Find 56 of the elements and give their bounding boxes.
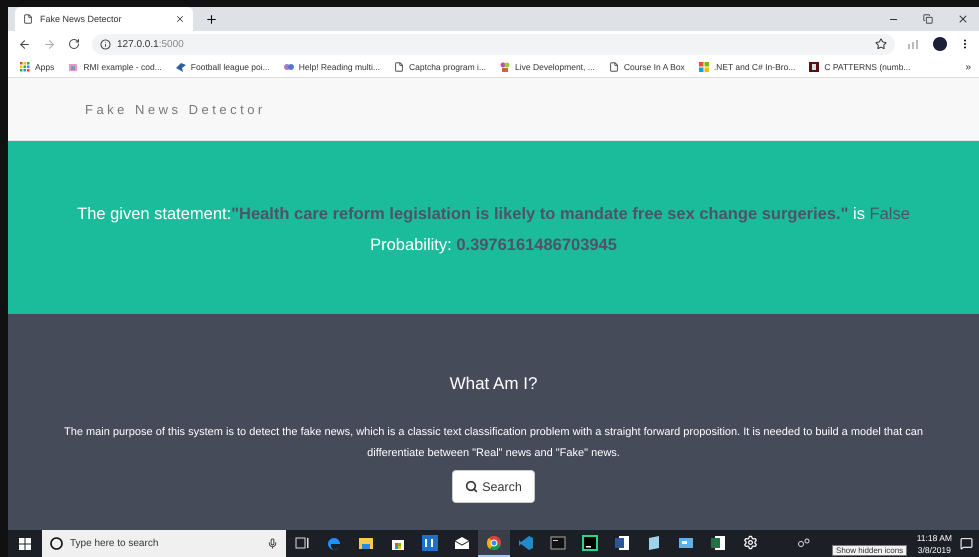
microphone-icon[interactable] xyxy=(267,538,278,549)
reload-icon[interactable] xyxy=(68,38,80,50)
word-icon[interactable] xyxy=(614,534,630,550)
people-icon xyxy=(500,62,510,72)
ide-icon[interactable] xyxy=(582,534,598,550)
settings-icon[interactable] xyxy=(742,535,758,550)
bookmark-link[interactable]: .NET and C# In-Bro... xyxy=(698,62,796,72)
bookmark-star-icon[interactable] xyxy=(875,38,887,50)
page-icon xyxy=(608,62,619,72)
new-tab-icon[interactable] xyxy=(205,13,218,26)
circle-icon xyxy=(50,537,63,550)
bookmark-link[interactable]: Apps xyxy=(20,62,54,72)
taskbar-clock[interactable]: 11:18 AM 3/8/2019 xyxy=(916,532,952,556)
section-heading: What Am I? xyxy=(450,374,538,394)
spreadsheet-icon[interactable] xyxy=(710,534,726,550)
terminal-icon[interactable] xyxy=(550,534,566,550)
page-icon xyxy=(23,14,33,24)
envelope-icon[interactable] xyxy=(454,534,470,550)
bookmark-link[interactable]: Captcha program i... xyxy=(394,62,486,72)
bookmark-link[interactable]: Live Development, ... xyxy=(500,62,595,72)
task-view-icon[interactable] xyxy=(294,534,310,550)
image-icon xyxy=(68,62,78,72)
address-bar[interactable]: 127.0.0.1:5000 xyxy=(92,34,895,54)
start-windows-icon[interactable] xyxy=(19,538,31,550)
code-editor-icon[interactable] xyxy=(518,534,534,550)
site-brand[interactable]: Fake News Detector xyxy=(85,102,266,116)
bookmark-link[interactable]: Football league poi... xyxy=(176,62,270,72)
notification-icon[interactable] xyxy=(960,537,973,550)
search-button[interactable]: Search xyxy=(452,470,535,503)
probability-text: Probability: 0.3976161486703945 xyxy=(370,236,617,254)
back-icon[interactable] xyxy=(18,38,31,50)
app-tile-icon[interactable] xyxy=(422,534,438,550)
more-bookmarks[interactable]: » xyxy=(965,62,971,72)
notepad-icon[interactable] xyxy=(646,534,662,550)
bookmark-link[interactable]: C PATTERNS (numb... xyxy=(809,62,911,72)
people-icon[interactable] xyxy=(796,538,811,550)
tooltip: Show hidden icons xyxy=(832,545,908,556)
close-icon[interactable] xyxy=(175,14,185,24)
close-icon[interactable] xyxy=(957,13,969,25)
letter-tile-icon xyxy=(809,62,820,72)
result-statement: The given statement:"Health care reform legislation is likely to mandate free sex change surgeries." is False xyxy=(77,204,910,224)
taskbar-search-field[interactable]: Type here to search xyxy=(42,530,286,557)
chrome-icon[interactable] xyxy=(486,534,502,550)
browser-tab[interactable]: Fake News Detector xyxy=(15,7,193,31)
search-icon xyxy=(465,480,478,493)
apps-grid-icon xyxy=(20,62,30,72)
avatar-icon[interactable] xyxy=(933,37,947,51)
bookmark-link[interactable]: RMI example - cod... xyxy=(68,62,162,72)
page-icon xyxy=(394,62,404,72)
bookmark-link[interactable]: Course In A Box xyxy=(608,62,685,72)
info-icon xyxy=(100,38,111,50)
restore-icon[interactable] xyxy=(923,14,933,24)
taskbar-app[interactable] xyxy=(478,530,510,557)
description-text: The main purpose of this system is to detect the fake news, which is a classic text classification problem with a straight forward proposition. It is needed to build a model that can differentiate between "Real" news and "Fake" news. xyxy=(62,425,924,461)
windows-logo-icon xyxy=(698,62,709,72)
bookmark-link[interactable]: Help! Reading multi... xyxy=(284,62,380,72)
